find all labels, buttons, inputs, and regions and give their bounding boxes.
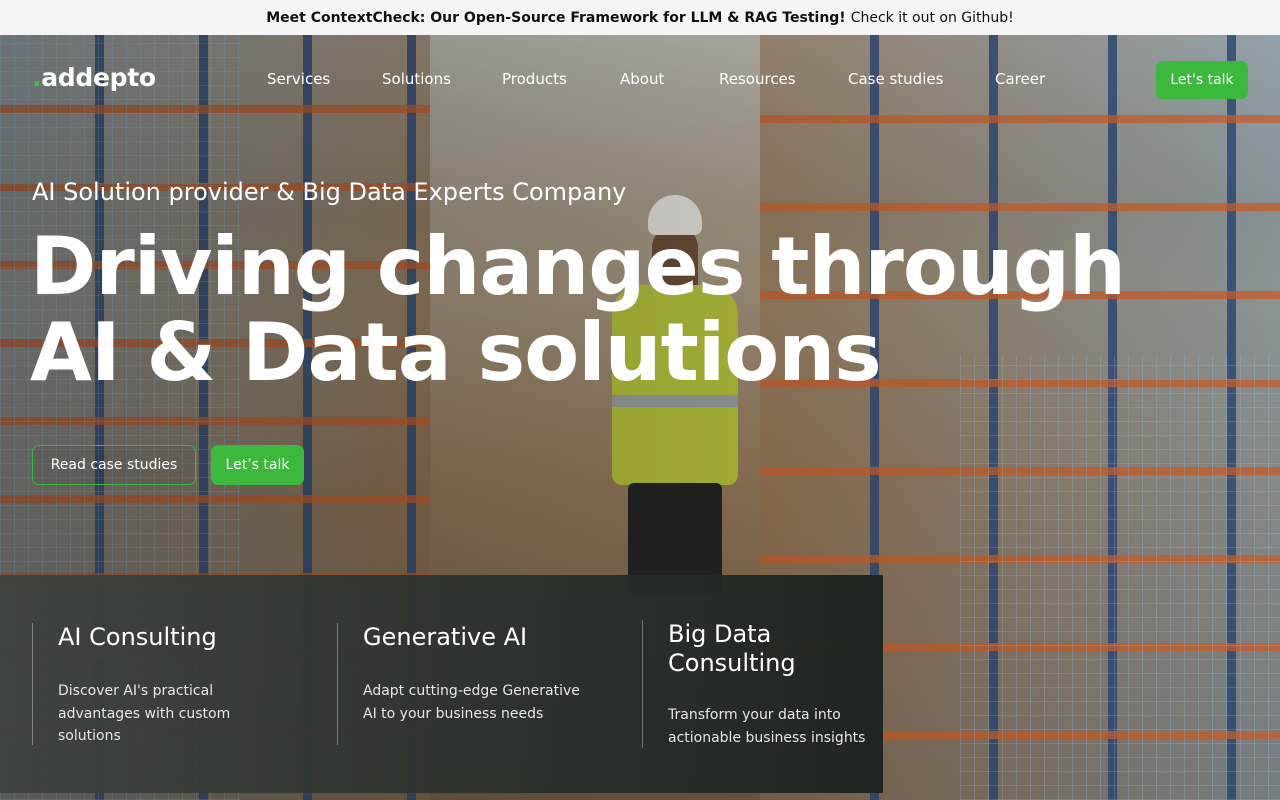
logo-text: addepto xyxy=(41,63,156,92)
service-card-generative-ai[interactable]: Generative AI Adapt cutting-edge Generat… xyxy=(337,623,627,745)
lets-talk-hero-button[interactable]: Let’s talk xyxy=(211,445,304,485)
nav-item-case-studies[interactable]: Case studies xyxy=(848,70,943,88)
nav-item-products[interactable]: Products xyxy=(502,70,567,88)
service-description: Adapt cutting-edge Generative AI to your… xyxy=(363,683,580,722)
nav-item-solutions[interactable]: Solutions xyxy=(382,70,451,88)
headline-line-2: AI & Data solutions xyxy=(30,306,882,399)
announcement-text: Meet ContextCheck: Our Open-Source Frame… xyxy=(266,9,846,26)
nav-item-services[interactable]: Services xyxy=(267,70,330,88)
github-link[interactable]: Check it out on Github! xyxy=(851,10,1014,26)
service-description: Transform your data into actionable busi… xyxy=(668,707,866,746)
addepto-logo[interactable]: .addepto xyxy=(32,63,156,92)
headline-line-1: Driving changes through xyxy=(30,220,1126,313)
read-case-studies-button[interactable]: Read case studies xyxy=(32,445,196,485)
service-description: Discover AI's practical advantages with … xyxy=(58,683,231,744)
service-title: Generative AI xyxy=(363,623,528,651)
services-panel: AI Consulting Discover AI's practical ad… xyxy=(0,575,883,793)
hero-subtitle: AI Solution provider & Big Data Experts … xyxy=(32,178,627,206)
nav-item-resources[interactable]: Resources xyxy=(719,70,796,88)
service-title: AI Consulting xyxy=(58,623,217,651)
service-title: Big Data Consulting xyxy=(668,620,796,677)
logo-dot: . xyxy=(32,63,42,92)
lets-talk-nav-button[interactable]: Let's talk xyxy=(1156,61,1248,99)
service-card-ai-consulting[interactable]: AI Consulting Discover AI's practical ad… xyxy=(32,623,322,745)
hero-headline: Driving changes through AI & Data soluti… xyxy=(30,220,1126,399)
service-card-big-data-consulting[interactable]: Big Data Consulting Transform your data … xyxy=(642,620,872,748)
announcement-bar: Meet ContextCheck: Our Open-Source Frame… xyxy=(0,0,1280,35)
main-navigation: .addepto Services Solutions Products Abo… xyxy=(0,35,1280,125)
nav-item-about[interactable]: About xyxy=(620,70,664,88)
nav-item-career[interactable]: Career xyxy=(995,70,1045,88)
